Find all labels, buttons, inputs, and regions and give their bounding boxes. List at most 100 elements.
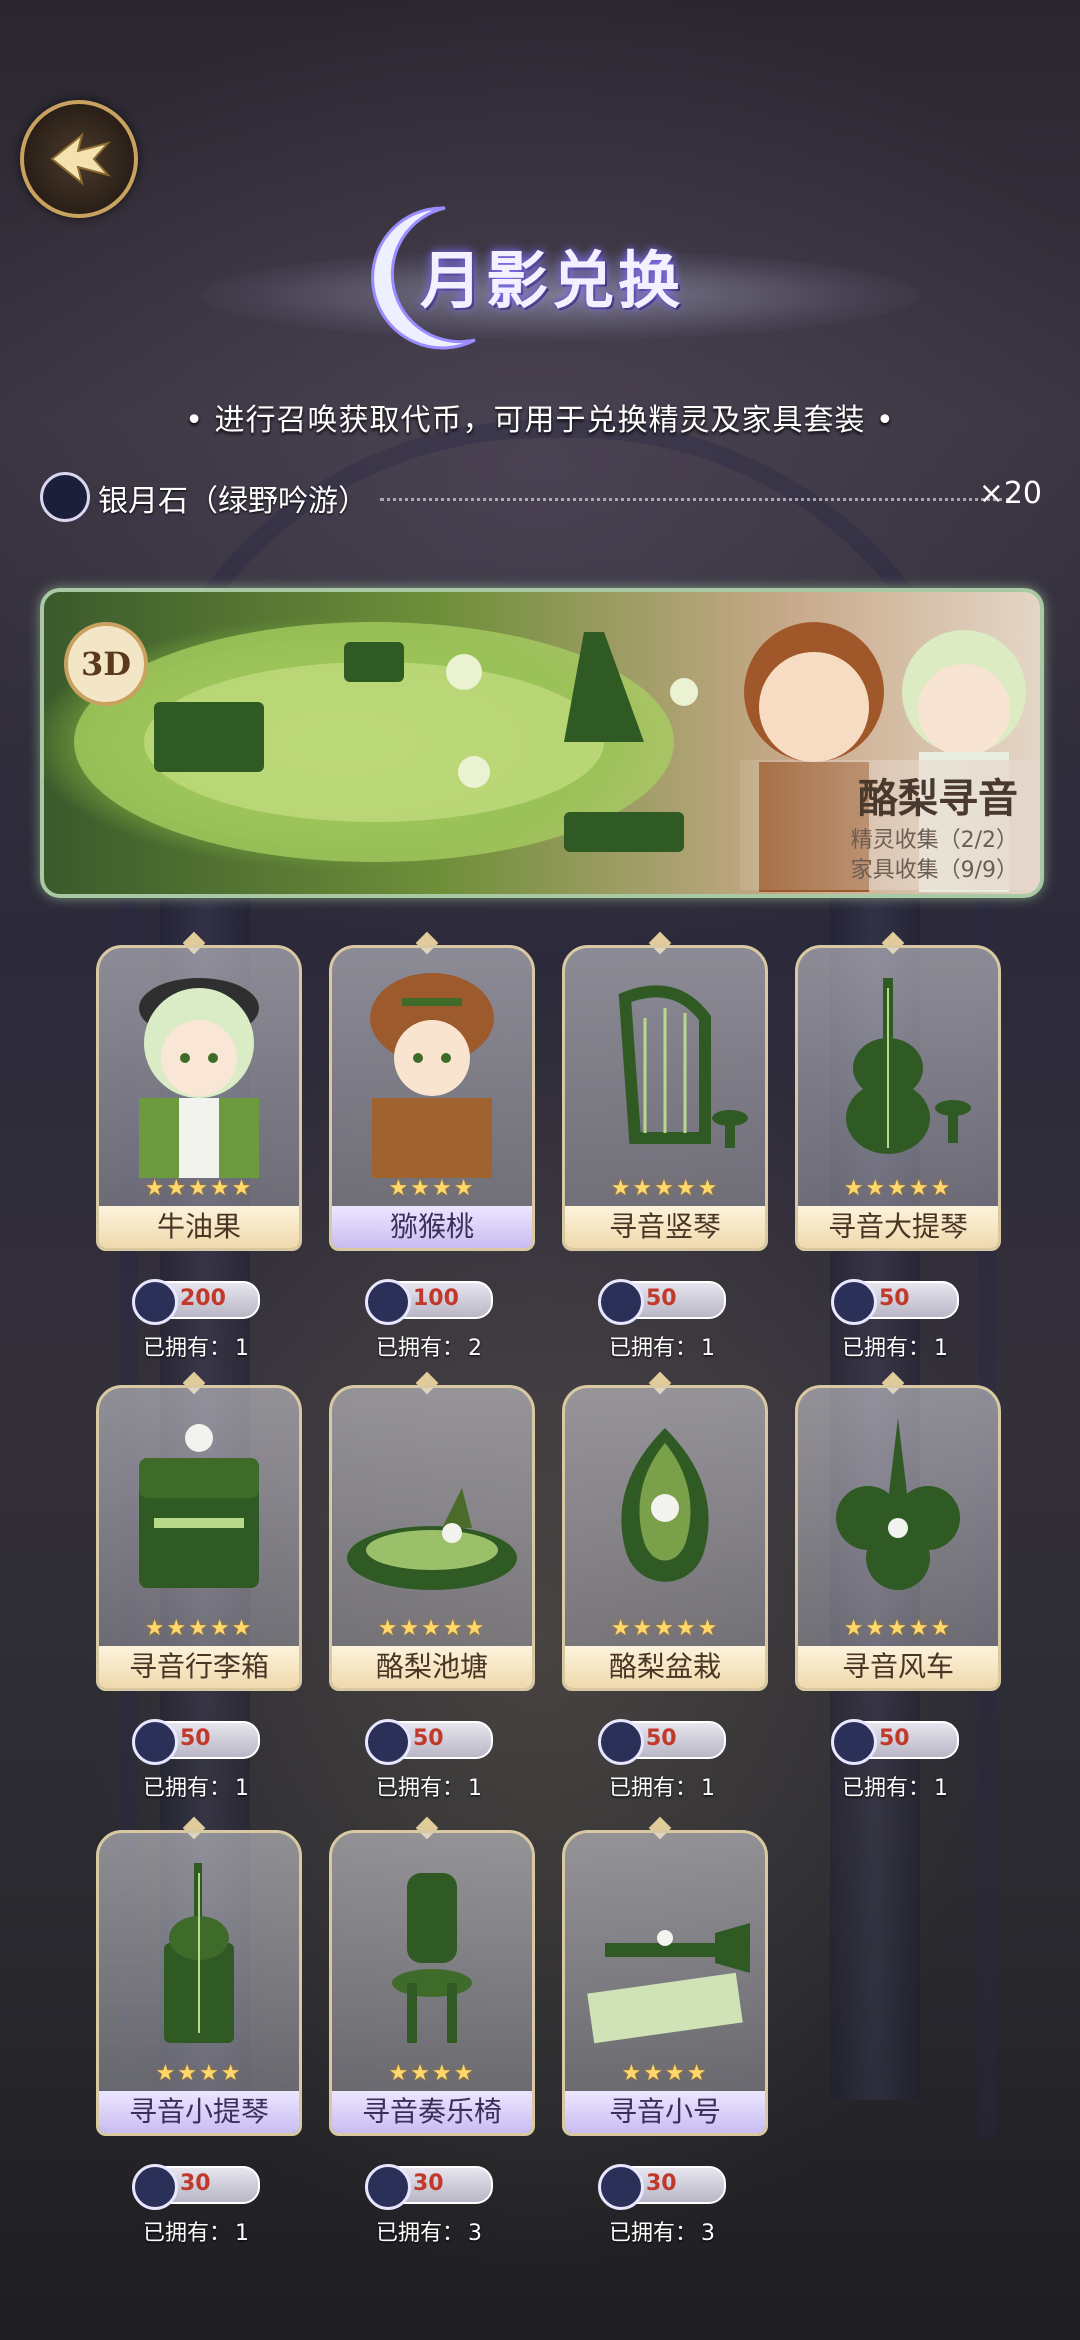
- 3d-view-badge[interactable]: 3D: [64, 622, 148, 706]
- card-frame: ★★★★ 寻音奏乐椅: [329, 1830, 535, 2136]
- price-value: 30: [646, 2171, 677, 2196]
- price-tag: 30: [132, 2164, 260, 2210]
- page-title: 月影兑换: [420, 244, 685, 317]
- price-value: 50: [646, 1726, 677, 1751]
- violin-icon: [164, 1863, 234, 2043]
- harp-icon: [618, 985, 748, 1148]
- card-frame: ★★★★★ 酪梨池塘: [329, 1385, 535, 1691]
- item-name: 寻音竖琴: [565, 1206, 765, 1248]
- price-value: 50: [879, 1286, 910, 1311]
- price-value: 30: [413, 2171, 444, 2196]
- furniture-collection: 家具收集（9/9）: [850, 858, 1018, 883]
- price-value: 100: [413, 1286, 459, 1311]
- item-card[interactable]: ★★★★★ 牛油果 200 已拥有： 1: [96, 931, 302, 1361]
- item-name: 寻音风车: [798, 1646, 998, 1688]
- owned-count: 已拥有： 2: [375, 1336, 482, 1361]
- rarity-stars: ★★★★★: [377, 1616, 487, 1641]
- price-value: 50: [879, 1726, 910, 1751]
- item-name: 猕猴桃: [332, 1206, 532, 1248]
- moonstone-icon: [132, 1279, 178, 1325]
- item-card[interactable]: ★★★★ 寻音小提琴 30 已拥有： 1: [96, 1816, 302, 2246]
- owned-count: 已拥有： 1: [608, 1336, 715, 1361]
- item-name: 寻音行李箱: [99, 1646, 299, 1688]
- card-frame: ★★★★★ 酪梨盆栽: [562, 1385, 768, 1691]
- item-card[interactable]: ★★★★★ 酪梨池塘 50 已拥有： 1: [329, 1371, 535, 1801]
- item-card[interactable]: ★★★★ 猕猴桃 100 已拥有： 2: [329, 931, 535, 1361]
- rarity-stars: ★★★★: [621, 2061, 709, 2086]
- dotted-leader: [380, 498, 1010, 501]
- rarity-stars: ★★★★★: [144, 1176, 254, 1201]
- spirit-collection: 精灵收集（2/2）: [850, 828, 1018, 853]
- rarity-stars: ★★★★★: [610, 1176, 720, 1201]
- item-card[interactable]: ★★★★ 寻音奏乐椅 30 已拥有： 3: [329, 1816, 535, 2246]
- owned-count: 已拥有： 1: [142, 1776, 249, 1801]
- title-banner: 月影兑换: [0, 190, 1080, 360]
- rarity-stars: ★★★★★: [843, 1616, 953, 1641]
- price-tag: 50: [598, 1719, 726, 1765]
- item-name: 牛油果: [99, 1206, 299, 1248]
- moonstone-icon: [831, 1279, 877, 1325]
- set-name: 酪梨寻音: [858, 776, 1018, 822]
- set-banner[interactable]: 3D 酪梨寻音 精灵收集（2/2） 家具收集（9/9）: [40, 588, 1044, 898]
- card-frame: ★★★★★ 牛油果: [96, 945, 302, 1251]
- owned-count: 已拥有： 3: [608, 2221, 715, 2246]
- price-tag: 50: [831, 1279, 959, 1325]
- moonstone-icon: [132, 2164, 178, 2210]
- card-frame: ★★★★★ 寻音大提琴: [795, 945, 1001, 1251]
- silver-moonstone-icon: [40, 472, 90, 522]
- item-name: 酪梨池塘: [332, 1646, 532, 1688]
- rarity-stars: ★★★★★: [144, 1616, 254, 1641]
- owned-count: 已拥有： 1: [142, 2221, 249, 2246]
- page-subtitle: • 进行召唤获取代币，可用于兑换精灵及家具套装 •: [185, 403, 895, 438]
- cello-icon: [846, 978, 971, 1154]
- rarity-stars: ★★★★: [388, 2061, 476, 2086]
- rarity-stars: ★★★★★: [610, 1616, 720, 1641]
- item-card[interactable]: ★★★★★ 酪梨盆栽 50 已拥有： 1: [562, 1371, 768, 1801]
- price-tag: 50: [132, 1719, 260, 1765]
- back-arrow-icon: [50, 132, 111, 186]
- item-card[interactable]: ★★★★★ 寻音竖琴 50 已拥有： 1: [562, 931, 768, 1361]
- price-value: 50: [180, 1726, 211, 1751]
- item-name: 寻音大提琴: [798, 1206, 998, 1248]
- item-card[interactable]: ★★★★★ 寻音风车 50 已拥有： 1: [795, 1371, 1001, 1801]
- item-name: 寻音奏乐椅: [332, 2091, 532, 2133]
- item-card[interactable]: ★★★★ 寻音小号 30 已拥有： 3: [562, 1816, 768, 2246]
- owned-count: 已拥有： 1: [375, 1776, 482, 1801]
- avocado-spirit-portrait: [139, 978, 259, 1178]
- rarity-stars: ★★★★: [155, 2061, 243, 2086]
- moonstone-icon: [365, 1719, 411, 1765]
- pond-icon: [347, 1488, 517, 1590]
- price-value: 200: [180, 1286, 226, 1311]
- moonstone-icon: [365, 1279, 411, 1325]
- card-frame: ★★★★ 寻音小号: [562, 1830, 768, 2136]
- moonstone-icon: [365, 2164, 411, 2210]
- price-tag: 50: [365, 1719, 493, 1765]
- item-card[interactable]: ★★★★★ 寻音大提琴 50 已拥有： 1: [795, 931, 1001, 1361]
- owned-count: 已拥有： 1: [608, 1776, 715, 1801]
- card-frame: ★★★★★ 寻音风车: [795, 1385, 1001, 1691]
- owned-count: 已拥有： 1: [841, 1776, 948, 1801]
- currency-row: 银月石（绿野吟游） ×20: [40, 470, 1042, 522]
- price-value: 50: [646, 1286, 677, 1311]
- moonstone-icon: [132, 1719, 178, 1765]
- card-frame: ★★★★★ 寻音竖琴: [562, 945, 768, 1251]
- chair-icon: [392, 1873, 472, 2043]
- moonstone-icon: [598, 2164, 644, 2210]
- item-name: 酪梨盆栽: [565, 1646, 765, 1688]
- rarity-stars: ★★★★★: [843, 1176, 953, 1201]
- windmill-icon: [836, 1418, 960, 1590]
- banner-info-panel: 酪梨寻音 精灵收集（2/2） 家具收集（9/9）: [740, 760, 1040, 890]
- moonstone-icon: [598, 1719, 644, 1765]
- card-frame: ★★★★ 寻音小提琴: [96, 1830, 302, 2136]
- moonstone-icon: [598, 1279, 644, 1325]
- owned-count: 已拥有： 1: [142, 1336, 249, 1361]
- price-tag: 30: [598, 2164, 726, 2210]
- price-tag: 30: [365, 2164, 493, 2210]
- card-frame: ★★★★ 猕猴桃: [329, 945, 535, 1251]
- suitcase-icon: [139, 1424, 259, 1588]
- owned-count: 已拥有： 1: [841, 1336, 948, 1361]
- item-card[interactable]: ★★★★★ 寻音行李箱 50 已拥有： 1: [96, 1371, 302, 1801]
- price-value: 50: [413, 1726, 444, 1751]
- kiwi-spirit-portrait: [370, 973, 494, 1178]
- trumpet-icon: [587, 1923, 750, 2044]
